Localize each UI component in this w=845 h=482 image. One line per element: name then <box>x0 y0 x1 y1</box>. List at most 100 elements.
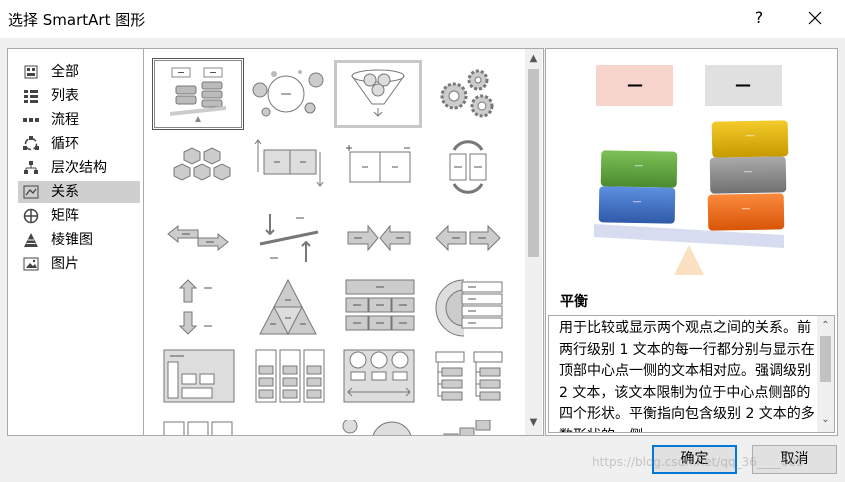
right-header-text: — <box>735 75 751 94</box>
help-button[interactable]: ? <box>748 6 770 30</box>
orange-block-text: — <box>741 204 751 214</box>
blue-block-text: — <box>632 197 642 207</box>
process-icon <box>23 118 39 122</box>
nested-target-icon <box>435 279 503 337</box>
layout-opposing-arrows[interactable] <box>154 204 242 272</box>
desc-scrollbar-thumb[interactable] <box>820 336 831 382</box>
layout-hierarchy-list[interactable] <box>424 348 512 416</box>
circle-relationship-icon <box>252 70 324 117</box>
cycle-icon <box>23 136 39 151</box>
stairs-icon <box>443 420 491 435</box>
triangle-pyramid-icon <box>259 278 317 336</box>
title-bar: 选择 SmartArt 图形 ? <box>0 0 845 38</box>
layout-arrow-ribbon[interactable] <box>244 132 332 200</box>
category-label: 棱锥图 <box>51 232 93 248</box>
diverging-arrows-icon <box>435 224 501 252</box>
layout-counterbalance-arrows[interactable] <box>334 132 422 200</box>
close-icon <box>808 11 822 25</box>
opposing-arrows-icon <box>167 224 229 252</box>
close-button[interactable] <box>800 4 830 32</box>
category-label: 层次结构 <box>51 160 107 176</box>
category-label: 全部 <box>51 64 79 80</box>
gray-block-text: — <box>743 167 753 177</box>
category-label: 关系 <box>51 184 79 200</box>
hierarchy-icon <box>24 161 38 174</box>
layout-grouped-list[interactable] <box>154 348 242 416</box>
category-pyramid[interactable]: 棱锥图 <box>18 229 140 251</box>
grid-blocks-icon <box>163 421 233 435</box>
layout-circles-partial[interactable] <box>334 420 422 435</box>
funnel-icon <box>351 69 405 117</box>
layout-diverging-arrows[interactable] <box>424 204 512 272</box>
layout-grid-partial[interactable] <box>154 420 242 435</box>
category-matrix[interactable]: 矩阵 <box>18 205 140 227</box>
category-relationship[interactable]: 关系 <box>18 181 140 203</box>
layout-circle-relationship[interactable] <box>244 60 332 128</box>
circle-list-icon <box>343 349 415 403</box>
category-hierarchy[interactable]: 层次结构 <box>18 157 140 179</box>
hierarchy-list-icon <box>435 351 503 401</box>
balance-layout-icon <box>170 67 226 122</box>
layout-tabbed-list[interactable] <box>244 348 332 416</box>
circles-icon <box>342 420 412 435</box>
green-block-text: — <box>634 161 644 171</box>
fulcrum-triangle <box>674 245 704 275</box>
yellow-block-text: — <box>745 131 755 141</box>
balance-preview-graphic <box>594 65 789 275</box>
layout-stacked-blocks[interactable] <box>334 276 422 344</box>
gear-icon <box>440 69 494 118</box>
layout-pyramid-triangles[interactable] <box>244 276 332 344</box>
category-picture[interactable]: 图片 <box>18 253 140 275</box>
gallery-scrollbar[interactable]: ▲ ▼ <box>525 49 542 435</box>
layout-gallery: ▲ ▼ <box>143 48 544 436</box>
layout-hexagon-cluster[interactable] <box>154 132 242 200</box>
circular-arrows-icon <box>449 140 487 194</box>
relationship-icon <box>23 185 39 199</box>
watermark: https://blog.csdn.net/qq_36____005 <box>592 455 804 469</box>
layout-balance[interactable] <box>152 58 244 130</box>
layout-gear[interactable] <box>424 60 512 128</box>
tabbed-list-icon <box>255 349 325 403</box>
scroll-up-arrow-icon[interactable]: ▲ <box>525 51 542 67</box>
category-label: 矩阵 <box>51 208 79 224</box>
hexagon-cluster-icon <box>173 147 231 181</box>
all-icon <box>24 65 38 79</box>
matrix-icon <box>23 208 39 224</box>
pyramid-icon <box>24 233 38 247</box>
category-label: 列表 <box>51 88 79 104</box>
layout-plus-minus[interactable] <box>154 276 242 344</box>
dialog-title: 选择 SmartArt 图形 <box>8 11 146 29</box>
category-list-item[interactable]: 列表 <box>18 85 140 107</box>
category-label: 流程 <box>51 112 79 128</box>
category-list: 全部 列表 流程 循环 层次结构 关系 矩阵 棱锥图 图片 <box>7 48 143 436</box>
layout-description: 用于比较或显示两个观点之间的关系。前两行级别 1 文本的每一行都分别与显示在顶部… <box>559 320 815 432</box>
desc-scroll-up-icon[interactable]: ⌃ <box>817 318 834 334</box>
layout-circle-list[interactable] <box>334 348 422 416</box>
layout-converging-arrows[interactable] <box>334 204 422 272</box>
left-header-text: — <box>627 75 643 94</box>
scroll-down-arrow-icon[interactable]: ▼ <box>525 415 542 431</box>
grouped-list-icon <box>163 349 235 403</box>
layout-opposing-ideas[interactable] <box>424 132 512 200</box>
description-scrollbar[interactable]: ⌃ ⌄ <box>817 316 834 432</box>
picture-icon <box>23 257 39 271</box>
layout-balance-arrows[interactable] <box>244 204 332 272</box>
layout-funnel[interactable] <box>334 60 422 128</box>
desc-scroll-down-icon[interactable]: ⌄ <box>817 412 834 428</box>
category-label: 图片 <box>51 256 79 272</box>
preview-panel: — — — — — — — 平衡 用于比较或显示两个观点之间的关系。前两行级别 … <box>545 48 838 436</box>
scrollbar-thumb[interactable] <box>528 69 539 257</box>
layout-nested-target[interactable] <box>424 276 512 344</box>
description-box[interactable]: 用于比较或显示两个观点之间的关系。前两行级别 1 文本的每一行都分别与显示在顶部… <box>548 315 835 433</box>
category-process[interactable]: 流程 <box>18 109 140 131</box>
plus-minus-arrows-icon <box>178 279 212 335</box>
category-all[interactable]: 全部 <box>18 61 140 83</box>
list-icon <box>24 90 38 103</box>
arrow-ribbon-icon <box>254 139 324 187</box>
plus-minus-boxes-icon <box>346 145 411 183</box>
category-label: 循环 <box>51 136 79 152</box>
category-cycle[interactable]: 循环 <box>18 133 140 155</box>
layout-stairs-partial[interactable] <box>424 420 512 435</box>
balance-arrows-icon <box>259 214 319 262</box>
converging-arrows-icon <box>347 224 411 252</box>
